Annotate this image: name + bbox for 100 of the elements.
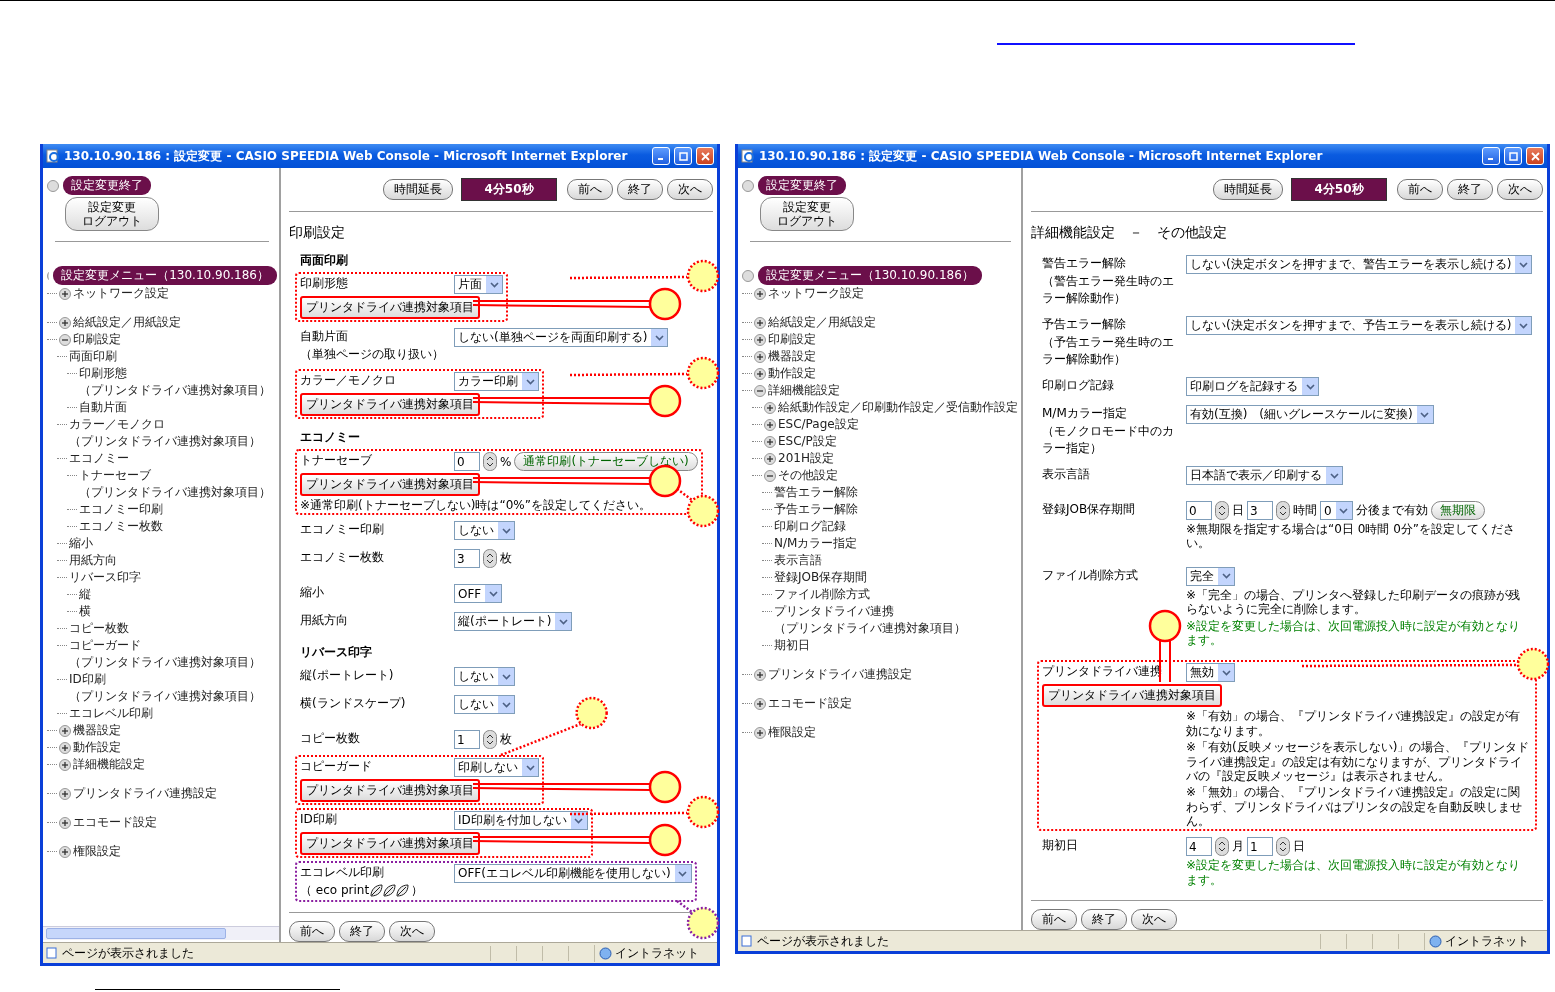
extend-button[interactable]: 時間延長 [1213, 179, 1283, 200]
driver-link-button[interactable]: プリンタドライバ連携対象項目 [300, 393, 480, 416]
expand-icon[interactable] [59, 287, 71, 300]
expand-icon[interactable] [754, 668, 766, 681]
tree-item[interactable]: 警告エラー解除 [774, 484, 858, 501]
nav-button[interactable]: 終了 [339, 921, 385, 943]
tree-item[interactable]: プリンタドライバ連携 [774, 603, 894, 620]
expand-icon[interactable] [764, 418, 776, 431]
nav-button[interactable]: 前へ [567, 179, 613, 200]
tree-item[interactable]: ESC/Page設定 [778, 416, 859, 433]
tree-item[interactable]: 機器設定 [768, 348, 816, 365]
dropdown[interactable]: ID印刷を付加しない [454, 811, 588, 831]
driver-link-button[interactable]: プリンタドライバ連携対象項目 [300, 473, 480, 496]
tree-item[interactable]: 印刷ログ記録 [774, 518, 846, 535]
nav-button[interactable]: 終了 [1081, 909, 1127, 931]
tree-item[interactable]: 登録JOB保存期間 [774, 569, 868, 586]
tree-item[interactable]: コピー枚数 [69, 620, 129, 637]
horizontal-scrollbar[interactable] [43, 926, 279, 941]
expand-icon[interactable] [764, 452, 776, 465]
dropdown[interactable]: しない [454, 521, 515, 541]
tree-item[interactable]: 自動片面 [79, 399, 127, 416]
dropdown[interactable]: カラー印刷 [454, 372, 539, 391]
tree-item[interactable]: 201H設定 [778, 450, 834, 467]
tree-item[interactable]: 期初日 [774, 637, 810, 654]
tree-item[interactable]: 権限設定 [768, 724, 816, 741]
tree-item[interactable]: ESC/P設定 [778, 433, 837, 450]
expand-icon[interactable] [59, 787, 71, 800]
dropdown[interactable]: しない(決定ボタンを押すまで、警告エラーを表示し続ける) [1186, 255, 1533, 274]
expand-icon[interactable] [764, 401, 776, 414]
tree-item[interactable]: エコモード設定 [73, 814, 157, 831]
expand-icon[interactable] [764, 435, 776, 448]
tree-item[interactable]: エコモード設定 [768, 695, 852, 712]
dropdown[interactable]: 片面 [454, 275, 503, 294]
spinner-icon[interactable] [1215, 501, 1229, 520]
driver-link-button[interactable]: プリンタドライバ連携対象項目 [1042, 684, 1222, 708]
tree-item[interactable]: エコノミー印刷 [79, 501, 163, 518]
expand-icon[interactable] [754, 350, 766, 363]
logout-button[interactable]: 設定変更 ログアウト [65, 197, 159, 231]
tree-item[interactable]: エコノミー枚数 [79, 518, 163, 535]
dropdown[interactable]: OFF [454, 584, 503, 604]
expand-icon[interactable] [59, 758, 71, 771]
tree-item[interactable]: 横 [79, 603, 91, 620]
number-field[interactable]: 0 [454, 452, 480, 471]
number-field[interactable]: 1 [1247, 837, 1273, 857]
collapse-icon[interactable] [754, 384, 766, 397]
dropdown[interactable]: 完全 [1186, 566, 1235, 586]
nav-button[interactable]: 前へ [289, 921, 335, 943]
minimize-button[interactable] [652, 147, 670, 165]
nav-button[interactable]: 次へ [389, 921, 435, 943]
tree-item[interactable]: ファイル削除方式 [774, 586, 870, 603]
spinner-icon[interactable] [483, 549, 497, 569]
tree-item[interactable]: エコレベル印刷 [69, 705, 153, 722]
expand-icon[interactable] [754, 697, 766, 710]
number-field[interactable]: 1 [454, 730, 480, 750]
spinner-icon[interactable] [1276, 837, 1290, 857]
nav-button[interactable]: 終了 [1447, 179, 1493, 200]
number-field[interactable]: 3 [454, 549, 480, 569]
tree-item[interactable]: プリンタドライバ連携設定 [768, 666, 912, 683]
maximize-button[interactable] [674, 147, 692, 165]
tree-item[interactable]: 両面印刷 [69, 348, 117, 365]
dropdown[interactable]: 有効(互換) (細いグレースケールに変換) [1186, 405, 1434, 424]
expand-icon[interactable] [754, 367, 766, 380]
nav-button[interactable]: 前へ [1397, 179, 1443, 200]
dropdown[interactable]: 0 [1320, 501, 1353, 520]
tree-item[interactable]: その他設定 [778, 467, 838, 484]
tree-item[interactable]: 用紙方向 [69, 552, 117, 569]
expand-icon[interactable] [754, 333, 766, 346]
collapse-icon[interactable] [764, 469, 776, 482]
spinner-icon[interactable] [483, 452, 497, 471]
nav-button[interactable]: 次へ [1131, 909, 1177, 931]
logout-button[interactable]: 設定変更 ログアウト [760, 197, 854, 231]
tree-item[interactable]: 給紙設定／用紙設定 [73, 314, 181, 331]
tree-item[interactable]: 権限設定 [73, 843, 121, 860]
tree-item[interactable]: ネットワーク設定 [73, 285, 169, 302]
driver-link-button[interactable]: プリンタドライバ連携対象項目 [300, 779, 480, 803]
tree-item[interactable]: 給紙動作設定／印刷動作設定／受信動作設定 [778, 399, 1018, 416]
nav-button[interactable]: 終了 [617, 179, 663, 200]
expand-icon[interactable] [59, 816, 71, 829]
tree-item[interactable]: 詳細機能設定 [73, 756, 145, 773]
dropdown[interactable]: 無効 [1186, 663, 1235, 683]
dropdown[interactable]: しない(決定ボタンを押すまで、予告エラーを表示し続ける) [1186, 316, 1533, 335]
tree-item[interactable]: 詳細機能設定 [768, 382, 840, 399]
driver-link-button[interactable]: プリンタドライバ連携対象項目 [300, 296, 480, 319]
tree-item[interactable]: ID印刷 [69, 671, 106, 688]
dropdown[interactable]: 日本語で表示／印刷する [1186, 466, 1343, 485]
dropdown[interactable]: 印刷しない [454, 758, 539, 778]
number-field[interactable]: 4 [1186, 837, 1212, 857]
tree-item[interactable]: コピーガード [69, 637, 141, 654]
tree-item[interactable]: 印刷設定 [768, 331, 816, 348]
tree-item[interactable]: 動作設定 [73, 739, 121, 756]
tree-item[interactable]: 縦 [79, 586, 91, 603]
tree-item[interactable]: トナーセーブ [79, 467, 151, 484]
dropdown[interactable]: 縦(ポートレート) [454, 612, 573, 632]
nav-button[interactable]: 次へ [1497, 179, 1543, 200]
expand-icon[interactable] [59, 741, 71, 754]
tree-item[interactable]: 給紙設定／用紙設定 [768, 314, 876, 331]
dropdown[interactable]: しない [454, 667, 515, 687]
option-button[interactable]: 無期限 [1430, 501, 1485, 520]
dropdown[interactable]: 印刷ログを記録する [1186, 377, 1319, 396]
tree-item[interactable]: カラー／モノクロ [69, 416, 165, 433]
